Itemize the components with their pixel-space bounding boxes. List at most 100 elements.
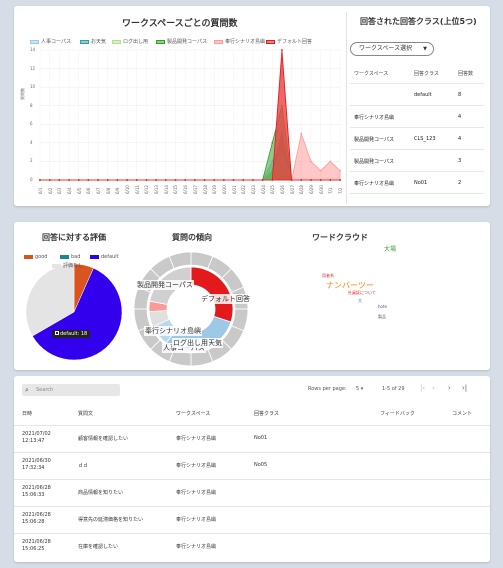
- x-tick-label: 6/24: [260, 185, 266, 194]
- data-point: [232, 179, 235, 181]
- legend-label: ログ出し用: [123, 39, 149, 45]
- word-cloud-word: 大: [358, 298, 362, 303]
- x-tick-label: 6/13: [154, 185, 160, 194]
- legend-item[interactable]: 評価なし: [52, 262, 83, 269]
- trend-title: 質問の傾向: [172, 233, 212, 242]
- legend-swatch: [112, 39, 121, 44]
- legend-item[interactable]: お天気: [80, 38, 106, 45]
- legend-label: 評価なし: [63, 263, 84, 269]
- x-tick-label: 6/14: [163, 185, 169, 194]
- cell-workspace: 奉行シナリオ島嶼: [176, 517, 217, 523]
- search-input[interactable]: ⌕ Search: [22, 384, 120, 396]
- x-tick-label: 6/23: [250, 185, 256, 194]
- table-row[interactable]: 2021/06/28 15:06:28 得意先の延滞価格を知りたい 奉行シナリオ島嶼: [14, 506, 490, 531]
- data-point: [319, 169, 322, 172]
- area-series: [40, 59, 341, 181]
- y-tick-label: 0: [30, 177, 33, 182]
- legend-swatch: [266, 39, 275, 44]
- rating-pie-chart: [25, 263, 123, 361]
- legend-swatch: [90, 255, 99, 259]
- y-axis-label: 質問数: [20, 88, 25, 100]
- legend-item[interactable]: default: [90, 254, 119, 260]
- x-tick-label: 6/11: [134, 185, 140, 194]
- x-tick-label: 6/30: [318, 185, 324, 194]
- legend-swatch: [30, 39, 39, 44]
- legend-item[interactable]: 人事コーパス: [30, 38, 71, 45]
- table-cell: 製品開発コーパス: [354, 159, 394, 165]
- cell-question: ｄｄ: [78, 463, 89, 469]
- cell-question: 得意先の延滞価格を知りたい: [78, 517, 144, 523]
- range-text: 1-5 of 29: [382, 386, 405, 392]
- table-cell: 8: [458, 92, 462, 98]
- legend-item[interactable]: 奉行シナリオ島嶼: [214, 38, 265, 45]
- x-tick-label: 6/16: [183, 185, 189, 194]
- x-tick-label: 6/21: [231, 185, 237, 194]
- table-row[interactable]: 2021/07/02 12:13:47 顧客情報を確認したい 奉行シナリオ島嶼 No01: [14, 425, 490, 450]
- data-point: [184, 179, 187, 181]
- data-point: [58, 179, 61, 181]
- data-point: [213, 179, 216, 181]
- cell-time: 15:06:33: [22, 492, 45, 498]
- x-tick-label: 6/7: [96, 187, 102, 194]
- y-tick-label: 2: [30, 158, 33, 164]
- cell-workspace: 奉行シナリオ島嶼: [176, 463, 217, 469]
- table-row[interactable]: 奉行シナリオ島嶼 No01 2: [350, 172, 484, 194]
- legend-item[interactable]: デフォルト回答: [266, 38, 312, 45]
- cell-class: No01: [254, 435, 268, 441]
- legend-swatch: [24, 255, 33, 259]
- last-page-icon[interactable]: ›|: [462, 384, 467, 392]
- table-cell: 奉行シナリオ島嶼: [354, 181, 395, 187]
- table-row[interactable]: 2021/06/30 17:32:34 ｄｄ 奉行シナリオ島嶼 No05: [14, 452, 490, 477]
- table-row[interactable]: 製品開発コーパス 3: [350, 150, 484, 172]
- table-cell: 3: [458, 158, 462, 164]
- legend-item[interactable]: ログ出し用: [112, 38, 148, 45]
- table-row[interactable]: 奉行シナリオ島嶼 4: [350, 106, 484, 128]
- header-datetime: 日時: [22, 411, 33, 417]
- divider: [346, 12, 347, 204]
- legend-item[interactable]: bad: [60, 254, 80, 260]
- header-class: 回答クラス: [254, 411, 279, 417]
- donut-label: ログ出し用: [172, 338, 209, 348]
- table-header-row: ワークスペース 回答クラス 回答数: [350, 62, 484, 84]
- search-icon: ⌕: [25, 386, 29, 394]
- table-row[interactable]: default 8: [350, 84, 484, 106]
- header-class: 回答クラス: [414, 71, 439, 77]
- x-tick-label: 6/20: [221, 185, 227, 194]
- legend-item[interactable]: 製品開発コーパス: [156, 38, 207, 45]
- x-tick-label: 6/10: [125, 185, 131, 194]
- data-point: [87, 179, 90, 181]
- y-tick-label: 12: [30, 65, 36, 71]
- rows-per-page-label: Rows per page:: [308, 386, 347, 392]
- data-point: [339, 169, 341, 172]
- header-question: 質問文: [78, 411, 94, 417]
- x-tick-label: 6/19: [212, 185, 218, 194]
- legend-label: お天気: [91, 39, 107, 45]
- data-point: [145, 179, 148, 181]
- table-cell: 4: [458, 114, 462, 120]
- legend-item[interactable]: good: [24, 254, 47, 260]
- prev-page-icon[interactable]: ‹: [432, 384, 435, 392]
- x-tick-label: 7/2: [338, 187, 343, 194]
- rows-per-page-select[interactable]: 5 ▾: [356, 386, 363, 392]
- table-cell: 奉行シナリオ島嶼: [354, 115, 395, 121]
- data-point: [300, 132, 303, 135]
- pie-tooltip: default: 18: [52, 330, 91, 338]
- x-tick-label: 6/5: [76, 187, 82, 194]
- donut-label: デフォルト回答: [200, 294, 251, 304]
- tooltip-text: default: 18: [60, 331, 88, 337]
- table-row[interactable]: 2021/06/28 15:06:25 在庫を確認したい 奉行シナリオ島嶼: [14, 533, 490, 558]
- chart-title: ワークスペースごとの質問数: [122, 19, 238, 29]
- table-row[interactable]: 製品開発コーパス CLS_123 4: [350, 128, 484, 150]
- x-tick-label: 6/25: [270, 185, 276, 194]
- cell-question: 在庫を確認したい: [78, 544, 119, 550]
- next-page-icon[interactable]: ›: [448, 384, 451, 392]
- workspace-select[interactable]: ワークスペース選択 ▼: [350, 42, 434, 56]
- first-page-icon[interactable]: |‹: [420, 384, 425, 392]
- data-point: [68, 179, 70, 181]
- workspace-select-label: ワークスペース選択: [359, 45, 413, 52]
- table-cell: 製品開発コーパス: [354, 137, 394, 143]
- table-row[interactable]: 2021/06/28 15:06:33 商品情報を知りたい 奉行シナリオ島嶼: [14, 479, 490, 504]
- cell-date: 2021/06/30: [22, 458, 51, 464]
- data-point: [222, 179, 225, 181]
- word-cloud-word: 大場: [384, 246, 397, 253]
